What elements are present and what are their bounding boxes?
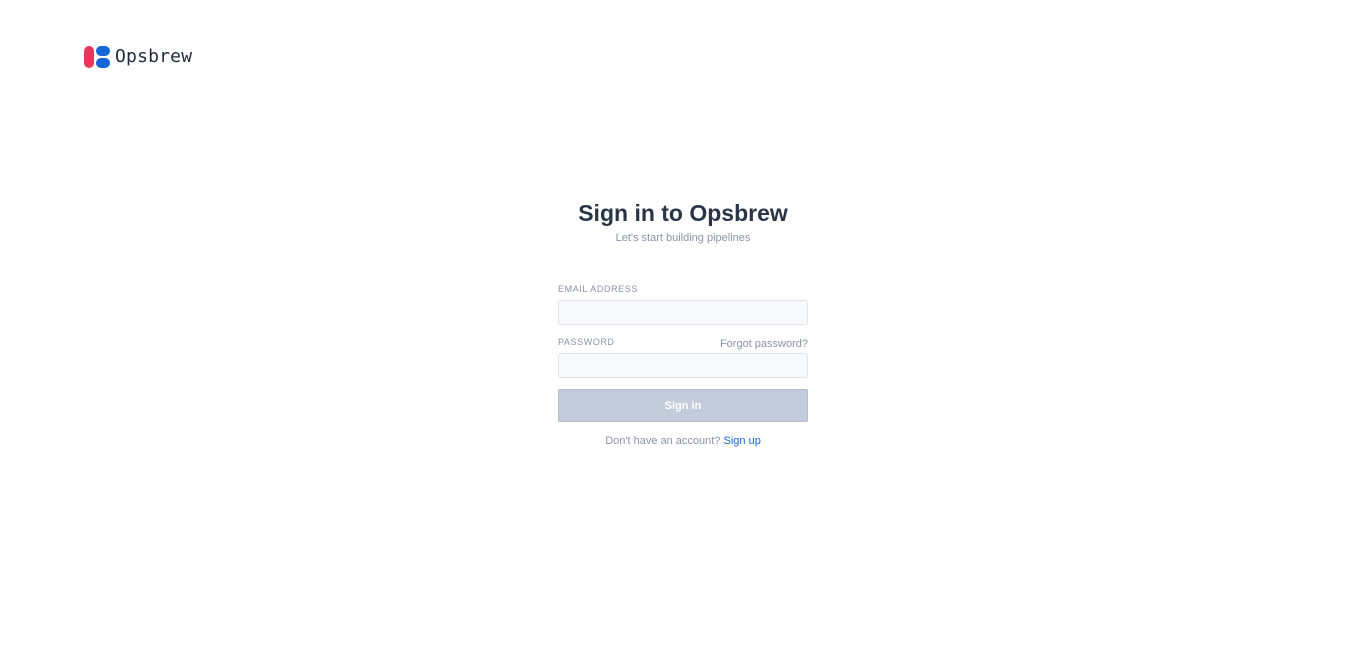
sign-in-form: Sign in to Opsbrew Let's start building … [558, 198, 808, 448]
page-title: Sign in to Opsbrew [578, 200, 788, 226]
sign-up-link[interactable]: Sign up [724, 435, 761, 447]
page-subtitle: Let's start building pipelines [615, 232, 751, 244]
opsbrew-logo-icon [84, 46, 110, 68]
logo-blue-pill-top [96, 46, 110, 56]
password-label-row: PASSWORD Forgot password? [558, 334, 808, 350]
password-field-group: PASSWORD Forgot password? [558, 334, 808, 378]
password-input[interactable] [558, 353, 808, 378]
signup-row: Don't have an account? Sign up [558, 434, 808, 448]
email-label: EMAIL ADDRESS [558, 284, 638, 294]
password-label: PASSWORD [558, 337, 615, 347]
sign-in-page: Opsbrew Sign in to Opsbrew Let's start b… [0, 0, 1366, 654]
logo-blue-pill-bottom [96, 58, 110, 68]
email-label-row: EMAIL ADDRESS [558, 281, 808, 295]
brand-name: Opsbrew [115, 46, 193, 67]
email-input[interactable] [558, 300, 808, 325]
forgot-password-link[interactable]: Forgot password? [720, 338, 808, 350]
sign-in-button[interactable]: Sign in [558, 389, 808, 422]
brand-logo[interactable]: Opsbrew [84, 46, 192, 68]
logo-red-pill [84, 46, 94, 68]
signup-prompt: Don't have an account? [605, 435, 721, 447]
email-field-group: EMAIL ADDRESS [558, 281, 808, 325]
